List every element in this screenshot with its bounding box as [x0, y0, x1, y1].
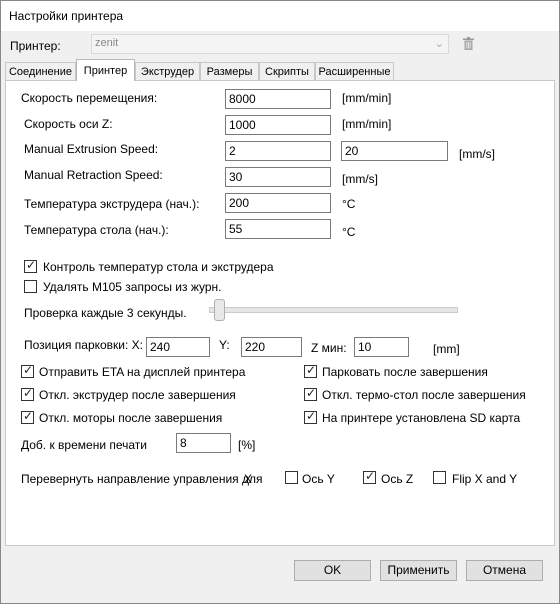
ok-button[interactable]: OK — [294, 560, 371, 581]
checkmark-icon: ✓ — [23, 386, 34, 400]
invert-z-checkbox[interactable]: ✓ — [363, 469, 376, 484]
bed-temp-input[interactable]: 55 — [225, 219, 331, 239]
parking-unit: [mm] — [433, 342, 460, 356]
temp-control-label: Контроль температур стола и экструдера — [43, 260, 274, 274]
disable-bed-label: Откл. термо-стол после завершения — [322, 388, 526, 402]
z-speed-unit: [mm/min] — [342, 117, 392, 131]
parking-z-input[interactable]: 10 — [354, 337, 409, 357]
z-speed-input[interactable]: 1000 — [225, 115, 331, 135]
extrusion-speed-label: Manual Extrusion Speed: — [24, 142, 159, 156]
send-eta-label: Отправить ETA на дисплей принтера — [39, 365, 246, 379]
extrusion-speed-max-input[interactable]: 20 — [341, 141, 448, 161]
travel-speed-input[interactable]: 8000 — [225, 89, 331, 109]
invert-z-label: Ось Z — [381, 472, 414, 486]
retraction-speed-unit: [mm/s] — [342, 172, 378, 186]
sd-card-checkbox[interactable]: ✓ — [304, 409, 317, 424]
printer-select-value: zenit — [95, 37, 119, 49]
z-speed-label: Скорость оси Z: — [24, 117, 113, 131]
remove-m105-checkbox[interactable] — [24, 280, 37, 293]
invert-label: Перевернуть направление управления для — [21, 472, 263, 486]
checkmark-icon: ✓ — [306, 363, 317, 377]
trash-icon[interactable] — [463, 37, 474, 50]
send-eta-checkbox[interactable]: ✓ — [21, 363, 34, 378]
disable-motors-label: Откл. моторы после завершения — [39, 411, 223, 425]
parking-x-input[interactable]: 240 — [146, 337, 210, 357]
disable-motors-checkbox[interactable]: ✓ — [21, 409, 34, 424]
remove-m105-label: Удалять M105 запросы из журн. — [43, 280, 222, 294]
tab-dimensions[interactable]: Размеры — [200, 62, 259, 81]
invert-y-checkbox[interactable] — [285, 471, 298, 484]
tab-scripts[interactable]: Скрипты — [259, 62, 315, 81]
parking-y-label: Y: — [219, 338, 230, 352]
temp-control-checkbox[interactable]: ✓ — [24, 258, 37, 273]
extruder-temp-label: Температура экструдера (нач.): — [24, 197, 200, 211]
retraction-speed-input[interactable]: 30 — [225, 167, 331, 187]
printer-select[interactable]: zenit ⌄ — [91, 34, 449, 54]
retraction-speed-label: Manual Retraction Speed: — [24, 168, 163, 182]
invert-x-label: X — [244, 472, 253, 486]
check-interval-slider[interactable] — [209, 307, 458, 313]
tab-printer[interactable]: Принтер — [76, 59, 135, 81]
extrusion-speed-unit: [mm/s] — [459, 147, 495, 161]
checkmark-icon: ✓ — [365, 469, 376, 483]
window-title: Настройки принтера — [9, 9, 124, 23]
bed-temp-unit: °C — [342, 225, 356, 239]
park-after-label: Парковать после завершения — [322, 365, 488, 379]
parking-y-input[interactable]: 220 — [241, 337, 302, 357]
extruder-temp-unit: °C — [342, 197, 356, 211]
checkmark-icon: ✓ — [23, 363, 34, 377]
print-time-input[interactable]: 8 — [176, 433, 231, 453]
park-after-checkbox[interactable]: ✓ — [304, 363, 317, 378]
checkmark-icon: ✓ — [23, 409, 34, 423]
print-time-label: Доб. к времени печати — [21, 438, 148, 452]
disable-extruder-checkbox[interactable]: ✓ — [21, 386, 34, 401]
tab-advanced[interactable]: Расширенные — [315, 62, 394, 81]
printer-label: Принтер: — [10, 39, 61, 53]
extruder-temp-input[interactable]: 200 — [225, 193, 331, 213]
disable-bed-checkbox[interactable]: ✓ — [304, 386, 317, 401]
extrusion-speed-input[interactable]: 2 — [225, 141, 331, 161]
chevron-down-icon: ⌄ — [434, 38, 444, 50]
check-interval-slider-thumb[interactable] — [214, 299, 225, 321]
invert-y-label: Ось Y — [302, 472, 335, 486]
checkmark-icon: ✓ — [26, 258, 37, 272]
tab-extruder[interactable]: Экструдер — [135, 62, 200, 81]
parking-x-label: Позиция парковки: X: — [24, 338, 144, 352]
travel-speed-unit: [mm/min] — [342, 91, 392, 105]
parking-z-label: Z мин: — [311, 341, 347, 355]
check-interval-label: Проверка каждые 3 секунды. — [24, 306, 187, 320]
bed-temp-label: Температура стола (нач.): — [24, 223, 169, 237]
sd-card-label: На принтере установлена SD карта — [322, 411, 521, 425]
checkmark-icon: ✓ — [306, 409, 317, 423]
printer-settings-dialog: Настройки принтера Принтер: zenit ⌄ Соед… — [0, 0, 560, 604]
print-time-unit: [%] — [238, 438, 256, 452]
flip-xy-label: Flip X and Y — [452, 472, 518, 486]
tab-connection[interactable]: Соединение — [5, 62, 76, 81]
title-bar: Настройки принтера — [1, 1, 559, 31]
disable-extruder-label: Откл. экструдер после завершения — [39, 388, 236, 402]
flip-xy-checkbox[interactable] — [433, 471, 446, 484]
travel-speed-label: Скорость перемещения: — [21, 91, 158, 105]
apply-button[interactable]: Применить — [380, 560, 457, 581]
cancel-button[interactable]: Отмена — [466, 560, 543, 581]
checkmark-icon: ✓ — [306, 386, 317, 400]
